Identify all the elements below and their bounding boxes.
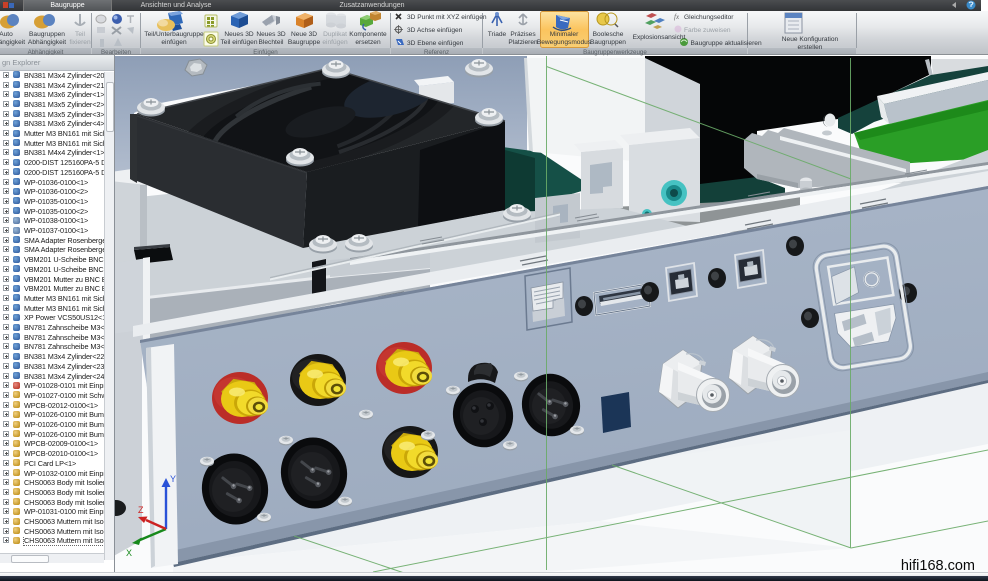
svg-text:Z: Z	[138, 505, 144, 515]
svg-text:X: X	[126, 548, 132, 558]
svg-text:Y: Y	[170, 474, 176, 484]
svg-text:fx: fx	[674, 13, 680, 21]
